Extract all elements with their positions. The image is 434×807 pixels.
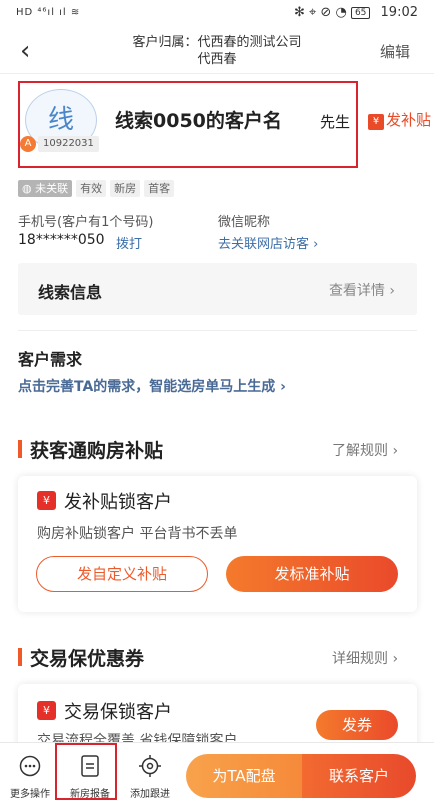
more-dots-icon	[0, 755, 60, 779]
owner-name: 代西春	[197, 52, 237, 67]
yen-icon: ¥	[368, 114, 384, 130]
back-arrow-icon[interactable]: ‹	[20, 36, 30, 66]
yen-icon: ¥	[37, 701, 56, 720]
coupon-rules-label: 详细规则	[332, 651, 388, 667]
customer-name: 线索0050的客户名	[115, 110, 282, 132]
more-actions-label: 更多操作	[10, 789, 50, 800]
report-highlight-box	[55, 743, 117, 800]
custom-subsidy-button[interactable]: 发自定义补贴	[36, 556, 208, 592]
system-icons: ✻ ⌖ ⊘ ◔	[293, 5, 347, 20]
more-actions-button[interactable]: 更多操作	[0, 743, 60, 800]
coupon-card-title: 交易保锁客户	[64, 702, 172, 723]
call-link[interactable]: 拨打	[116, 233, 142, 252]
section-accent-bar	[18, 440, 22, 458]
subsidy-rules-label: 了解规则	[332, 443, 388, 459]
top-nav-bar: ‹ 客户归属：代西春的测试公司 代西春 编辑	[0, 28, 434, 74]
add-follow-up-button[interactable]: 添加跟进	[120, 743, 180, 800]
tag-wechat-unlinked: ◍ 未关联	[18, 180, 73, 197]
chevron-right-icon: ›	[392, 443, 399, 459]
wechat-label: 微信昵称	[218, 215, 271, 230]
coupon-rules-link[interactable]: 详细规则 ›	[332, 648, 398, 668]
demand-link-label: 点击完善TA的需求，智能选房单马上生成	[18, 379, 276, 395]
view-details-label: 查看详情	[328, 283, 385, 299]
lead-info-row[interactable]: 线索信息 查看详情 ›	[18, 263, 417, 315]
chevron-right-icon: ›	[389, 283, 395, 299]
coupon-section-title: 交易保优惠券	[30, 648, 145, 670]
network-indicators: HD ⁴⁶ıl ıl ≋	[16, 7, 81, 18]
status-bar: HD ⁴⁶ıl ıl ≋ ✻ ⌖ ⊘ ◔ 65 19:02	[0, 0, 434, 28]
standard-subsidy-button[interactable]: 发标准补贴	[226, 556, 398, 592]
target-icon	[120, 755, 180, 779]
subsidy-card-desc: 购房补贴锁客户 平台背书不丢单	[37, 526, 238, 542]
status-right: ✻ ⌖ ⊘ ◔ 65 19:02	[294, 5, 418, 20]
send-subsidy-button[interactable]: ¥ 发补贴	[368, 106, 434, 134]
owner-company: 客户归属：代西春的测试公司	[132, 35, 302, 50]
chevron-right-icon: ›	[392, 651, 399, 667]
tag-new-house: 新房	[110, 180, 141, 197]
customer-title: 先生	[320, 113, 351, 131]
send-subsidy-label: 发补贴	[386, 111, 432, 129]
battery-icon: 65	[350, 7, 371, 19]
customer-id: 10922031	[38, 136, 99, 152]
demand-title: 客户需求	[18, 350, 83, 369]
yen-icon: ¥	[37, 491, 56, 510]
clock: 19:02	[380, 5, 418, 20]
send-coupon-button[interactable]: 发券	[316, 710, 398, 740]
demand-link[interactable]: 点击完善TA的需求，智能选房单马上生成 ›	[18, 376, 286, 396]
view-details-link[interactable]: 查看详情 ›	[329, 280, 395, 300]
subsidy-section-title: 获客通购房补贴	[30, 440, 164, 462]
contact-customer-button[interactable]: 联系客户	[302, 754, 416, 798]
page-title: 客户归属：代西春的测试公司 代西春	[90, 34, 344, 68]
link-visitor-label: 去关联网店访客	[218, 237, 310, 252]
section-accent-bar	[18, 648, 22, 666]
chevron-right-icon: ›	[280, 379, 286, 395]
tag-valid: 有效	[76, 180, 107, 197]
link-visitor-link[interactable]: 去关联网店访客 ›	[218, 233, 318, 252]
match-property-button[interactable]: 为TA配盘	[186, 754, 302, 798]
tag-label: 未关联	[35, 182, 69, 195]
level-badge: A	[20, 136, 36, 152]
chevron-right-icon: ›	[313, 237, 319, 252]
tag-list: ◍ 未关联 有效 新房 首客	[18, 177, 178, 197]
phone-value: 18******050	[18, 232, 105, 248]
lead-info-title: 线索信息	[38, 283, 103, 302]
edit-button[interactable]: 编辑	[380, 41, 410, 62]
divider	[18, 330, 417, 331]
tag-first-customer: 首客	[144, 180, 175, 197]
add-follow-up-label: 添加跟进	[130, 789, 170, 800]
subsidy-card-title: 发补贴锁客户	[64, 492, 172, 513]
subsidy-rules-link[interactable]: 了解规则 ›	[332, 440, 398, 460]
phone-label: 手机号(客户有1个号码)	[18, 215, 154, 230]
